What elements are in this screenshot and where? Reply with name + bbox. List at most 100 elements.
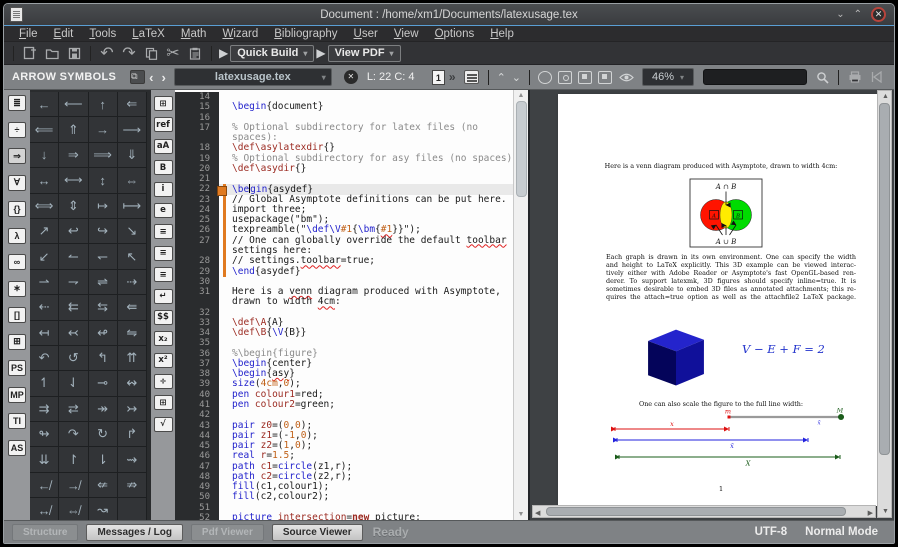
arrow-symbol-cell[interactable]: ↗ xyxy=(30,219,59,244)
arrow-symbol-cell[interactable]: ↢ xyxy=(59,321,88,346)
arrow-symbol-cell[interactable]: ⊸ xyxy=(89,371,118,396)
save-icon[interactable] xyxy=(63,44,85,62)
menu-item-options[interactable]: Options xyxy=(428,28,482,40)
arrow-symbol-cell[interactable]: ⇋ xyxy=(118,321,147,346)
editor-scrollbar-thumb[interactable] xyxy=(516,101,527,197)
arrow-symbol-cell[interactable]: ↫ xyxy=(89,321,118,346)
editor-line[interactable]: 41pen colour2=green; xyxy=(175,400,513,410)
editor-line[interactable]: 40pen colour1=red; xyxy=(175,390,513,400)
arrow-symbol-cell[interactable]: ⇚ xyxy=(118,295,147,320)
emph-icon[interactable]: e xyxy=(154,203,173,218)
arrow-symbol-cell[interactable]: ⇉ xyxy=(30,397,59,422)
editor-line[interactable]: 34\def\B{\V{B}} xyxy=(175,328,513,338)
panel-tab-metapost[interactable]: MP xyxy=(8,387,26,403)
editor-line[interactable]: 15\begin{document} xyxy=(175,102,513,112)
menu-item-user[interactable]: User xyxy=(347,28,385,40)
editor-line[interactable]: 24import three; xyxy=(175,205,513,215)
arrow-symbol-cell[interactable]: ↪ xyxy=(89,219,118,244)
editor-line[interactable]: 19% Optional subdirectory for asy files … xyxy=(175,154,513,164)
arrow-symbol-cell[interactable]: ⇇ xyxy=(59,295,88,320)
editor-line[interactable]: 37\begin{center} xyxy=(175,359,513,369)
arrow-symbol-cell[interactable]: ↕ xyxy=(89,168,118,193)
arrow-symbol-cell[interactable]: ⇄ xyxy=(59,397,88,422)
editor-scrollbar[interactable]: ▲ ▼ xyxy=(513,90,528,520)
editor-line[interactable]: 52picture intersection=new picture; xyxy=(175,513,513,520)
arrow-symbol-cell[interactable]: ↺ xyxy=(59,346,88,371)
new-file-icon[interactable] xyxy=(19,44,41,62)
prev-document-icon[interactable]: ‹ xyxy=(149,70,153,85)
panel-tab-misc-symbols[interactable]: ∀ xyxy=(8,175,26,191)
cut-icon[interactable]: ✂ xyxy=(162,44,184,62)
arrow-symbol-cell[interactable]: ↠ xyxy=(89,397,118,422)
arrow-symbol-cell[interactable]: ⇏ xyxy=(118,473,147,498)
editor-line[interactable]: 49fill(c1,colour1); xyxy=(175,482,513,492)
arrow-symbol-cell[interactable]: ↣ xyxy=(118,397,147,422)
pdf-hscrollbar-thumb[interactable] xyxy=(546,507,846,516)
editor-line[interactable]: 42 xyxy=(175,410,513,420)
fit-width-icon[interactable] xyxy=(578,71,592,84)
arrow-symbol-cell[interactable]: ↶ xyxy=(30,346,59,371)
arrow-symbol-cell[interactable]: ⇈ xyxy=(118,346,147,371)
pdf-vscrollbar-thumb[interactable] xyxy=(879,103,890,455)
arrow-symbol-cell[interactable]: ⟷ xyxy=(59,168,88,193)
arrow-symbol-cell[interactable]: ↾ xyxy=(59,447,88,472)
editor-line[interactable]: drawn to width 4cm: xyxy=(175,297,513,307)
pdf-horizontal-scrollbar[interactable]: ◀ ▶ xyxy=(532,505,876,518)
math-mode-icon[interactable]: $$ xyxy=(154,310,173,325)
editor-line[interactable]: 20\def\asydir{} xyxy=(175,164,513,174)
pdf-prev-page-icon[interactable]: ⌃ xyxy=(497,71,506,84)
editor-line[interactable]: 45pair z2=(1,0); xyxy=(175,441,513,451)
next-document-icon[interactable]: › xyxy=(161,70,165,85)
arrow-symbol-cell[interactable]: ↖ xyxy=(118,244,147,269)
panel-tab-pstricks[interactable]: PS xyxy=(8,360,26,376)
panel-tab-relation-symbols[interactable]: ÷ xyxy=(8,122,26,138)
pdf-search-input[interactable] xyxy=(703,69,807,85)
scroll-right-icon[interactable]: ▶ xyxy=(868,509,873,517)
bold-icon[interactable]: B xyxy=(154,160,173,175)
scroll-down-icon[interactable]: ▼ xyxy=(882,508,889,515)
menu-item-bibliography[interactable]: Bibliography xyxy=(267,28,344,40)
continuous-mode-icon[interactable]: » xyxy=(449,70,456,84)
arrow-symbol-cell[interactable]: ↑ xyxy=(89,92,118,117)
status-tab-structure[interactable]: Structure xyxy=(12,524,78,541)
arrow-symbol-cell[interactable]: ↦ xyxy=(89,194,118,219)
run-quick-build-icon[interactable]: ▶ xyxy=(219,46,228,60)
editor-line[interactable]: 27// One can globally override the defau… xyxy=(175,236,513,246)
array-icon[interactable]: ⊞ xyxy=(154,395,173,410)
panel-tab-structure[interactable]: ≣ xyxy=(8,95,26,111)
editor-line[interactable]: spaces): xyxy=(175,133,513,143)
editor-line[interactable]: 36%\begin{figure} xyxy=(175,349,513,359)
arrow-symbol-cell[interactable]: ↷ xyxy=(59,422,88,447)
arrow-symbol-cell[interactable]: ⟺ xyxy=(30,194,59,219)
menu-item-wizard[interactable]: Wizard xyxy=(215,28,265,40)
arrow-symbol-cell[interactable]: ⇕ xyxy=(59,194,88,219)
arrow-symbol-cell[interactable]: ⇍ xyxy=(89,473,118,498)
pdf-next-page-icon[interactable]: ⌄ xyxy=(512,71,521,84)
code-editor[interactable]: 1415\begin{document}1617% Optional subdi… xyxy=(175,90,513,520)
editor-line[interactable]: 31Here is a venn diagram produced with A… xyxy=(175,287,513,297)
panel-tab-most-used[interactable]: ∗ xyxy=(8,281,26,297)
scroll-up-icon[interactable]: ▲ xyxy=(882,93,889,100)
fit-page-icon[interactable] xyxy=(598,71,612,84)
arrow-symbol-cell[interactable]: ↭ xyxy=(118,371,147,396)
arrow-symbol-cell[interactable]: ⟹ xyxy=(89,143,118,168)
arrow-symbol-cell[interactable]: ⟵ xyxy=(59,92,88,117)
arrow-symbol-cell[interactable]: ↿ xyxy=(30,371,59,396)
panel-tab-misc-math[interactable]: ∞ xyxy=(8,254,26,270)
align-right-icon[interactable]: ≡ xyxy=(154,267,173,282)
zoom-original-icon[interactable] xyxy=(538,71,552,84)
presentation-eye-icon[interactable] xyxy=(615,68,637,86)
editor-line[interactable]: 48path c2=circle(z2,r); xyxy=(175,472,513,482)
panel-tab-delimiters[interactable]: {} xyxy=(8,201,26,217)
status-tab-pdf-viewer[interactable]: Pdf Viewer xyxy=(191,524,264,541)
maximize-icon[interactable]: ⌃ xyxy=(854,8,862,22)
menu-item-file[interactable]: File xyxy=(12,28,45,40)
editor-line[interactable]: 23// Global Asymptote definitions can be… xyxy=(175,195,513,205)
panel-tab-arrow-symbols[interactable]: ⇒ xyxy=(8,148,26,164)
menu-item-view[interactable]: View xyxy=(387,28,426,40)
paste-icon[interactable] xyxy=(184,44,206,62)
arrow-symbol-cell[interactable]: ⇓ xyxy=(118,143,147,168)
editor-line[interactable]: 32 xyxy=(175,308,513,318)
align-center-icon[interactable]: ≡ xyxy=(154,246,173,261)
arrow-symbol-cell[interactable]: ↔ xyxy=(30,168,59,193)
